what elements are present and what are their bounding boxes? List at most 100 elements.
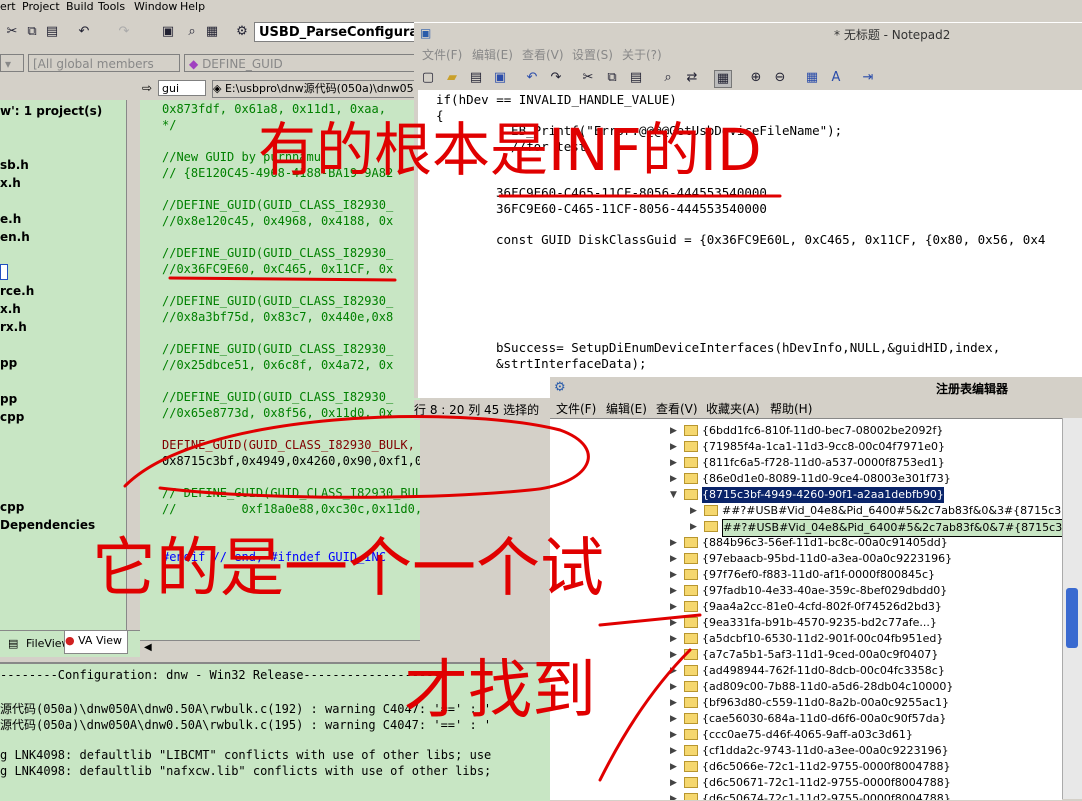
np-menu-about[interactable]: 关于(?) [622, 46, 662, 63]
np-menu-settings[interactable]: 设置(S) [572, 46, 613, 63]
find-in-files-icon[interactable]: ⌕ [184, 24, 200, 40]
expand-icon[interactable]: ▶ [670, 554, 678, 564]
menu-item-project[interactable]: Project [22, 0, 60, 13]
workspace-file[interactable]: rx.h [0, 320, 27, 334]
expand-icon[interactable]: ▶ [670, 538, 678, 548]
settings-icon[interactable]: ⇥ [860, 70, 876, 86]
registry-key-tree[interactable]: ▶ {6bdd1fc6-810f-11d0-bec7-08002be2092f} ▶… [550, 418, 1062, 800]
cut-icon[interactable]: ✂ [580, 70, 596, 86]
define-combo[interactable]: ◆ DEFINE_GUID [184, 54, 420, 72]
expand-icon[interactable]: ▶ [670, 634, 678, 644]
output-toggle-icon[interactable]: ▦ [204, 24, 220, 40]
expand-icon[interactable]: ▶ [670, 714, 678, 724]
np-menu-view[interactable]: 查看(V) [522, 46, 564, 63]
expand-icon[interactable]: ▶ [670, 602, 678, 612]
workspace-dependencies[interactable]: Dependencies [0, 518, 95, 532]
registry-key[interactable]: {811fc6a5-f728-11d0-a537-0000f8753ed1} [702, 455, 945, 471]
find-icon[interactable]: ⌕ [660, 70, 676, 86]
zoom-out-icon[interactable]: ⊖ [772, 70, 788, 86]
nav-back-icon[interactable]: ⇨ [142, 81, 156, 95]
workspace-file[interactable]: sb.h [0, 158, 29, 172]
registry-key[interactable]: {a5dcbf10-6530-11d2-901f-00c04fb951ed} [702, 631, 943, 647]
registry-key[interactable]: {ccc0ae75-d46f-4065-9aff-a03c3d61} [702, 727, 913, 743]
menu-item-window[interactable]: Window [134, 0, 177, 13]
registry-key[interactable]: {ad498944-762f-11d0-8dcb-00c04fc3358c} [702, 663, 945, 679]
copy-icon[interactable]: ⧉ [604, 70, 620, 86]
registry-key[interactable]: {97ebaacb-95bd-11d0-a3ea-00a0c9223196} [702, 551, 952, 567]
expand-icon[interactable]: ▶ [670, 682, 678, 692]
editor-horizontal-scrollbar[interactable]: ◀ [140, 640, 420, 657]
registry-key[interactable]: {97f76ef0-f883-11d0-af1f-0000f800845c} [702, 567, 935, 583]
registry-key[interactable]: {8715c3bf-4949-4260-90f1-a2aa1debfb90} [702, 487, 944, 503]
registry-key[interactable]: {d6c5066e-72c1-11d2-9755-0000f8004788} [702, 759, 951, 775]
word-wrap-icon[interactable]: ▦ [714, 70, 732, 88]
expand-icon[interactable]: ▶ [670, 746, 678, 756]
paste-icon[interactable]: ▤ [44, 24, 60, 40]
expand-icon[interactable]: ▶ [670, 730, 678, 740]
registry-key[interactable]: {884b96c3-56ef-11d1-bc8c-00a0c91405dd} [702, 535, 948, 551]
rg-menu-help[interactable]: 帮助(H) [770, 400, 812, 417]
expand-icon[interactable]: ▶ [690, 506, 698, 516]
class-wizard-icon[interactable]: ⚙ [234, 24, 250, 40]
scheme-icon[interactable]: ▦ [804, 70, 820, 86]
rg-menu-favorites[interactable]: 收藏夹(A) [706, 400, 760, 417]
undo-icon[interactable]: ↶ [76, 24, 92, 40]
zoom-in-icon[interactable]: ⊕ [748, 70, 764, 86]
registry-key[interactable]: {97fadb10-4e33-40ae-359c-8bef029dbdd0} [702, 583, 947, 599]
redo-icon[interactable]: ↷ [116, 24, 132, 40]
workspace-file[interactable]: cpp [0, 410, 24, 424]
registry-key[interactable]: {d6c50671-72c1-11d2-9755-0000f8004788} [702, 775, 951, 791]
undo-icon[interactable]: ↶ [524, 70, 540, 86]
registry-key[interactable]: {86e0d1e0-8089-11d0-9ce4-08003e301f73} [702, 471, 951, 487]
members-combo[interactable]: [All global members [28, 54, 180, 72]
registry-key[interactable]: {9aa4a2cc-81e0-4cfd-802f-0f74526d2bd3} [702, 599, 942, 615]
save-icon[interactable]: ▣ [492, 70, 508, 86]
expand-icon[interactable]: ▶ [670, 570, 678, 580]
workspace-file[interactable]: cpp [0, 500, 24, 514]
expand-icon[interactable]: ▶ [670, 666, 678, 676]
replace-icon[interactable]: ⇄ [684, 70, 700, 86]
scope-combo-arrow[interactable]: ▾ [0, 54, 24, 72]
np-menu-edit[interactable]: 编辑(E) [472, 46, 513, 63]
workspace-root[interactable]: w': 1 project(s) [0, 104, 102, 118]
registry-key[interactable]: {cae56030-684a-11d0-d6f6-00a0c90f57da} [702, 711, 946, 727]
code-editor[interactable]: 0x873fdf, 0x61a8, 0x11d1, 0xaa, */ //New G… [160, 100, 420, 640]
workspace-scrollbar[interactable] [126, 100, 141, 630]
workspace-file[interactable]: e.h [0, 212, 21, 226]
registry-key[interactable]: {71985f4a-1ca1-11d3-9cc8-00c04f7971e0} [702, 439, 945, 455]
copy-icon[interactable]: ⧉ [24, 24, 40, 40]
scroll-left-icon[interactable]: ◀ [144, 642, 152, 653]
registry-key[interactable]: {9ea331fa-b91b-4570-9235-bd2c77afe...} [702, 615, 937, 631]
expand-icon[interactable]: ▶ [670, 586, 678, 596]
browse-icon[interactable]: ▤ [468, 70, 484, 86]
expand-icon[interactable]: ▶ [670, 426, 678, 436]
function-combo[interactable]: gui [158, 80, 206, 96]
expand-icon[interactable]: ▶ [670, 474, 678, 484]
new-file-icon[interactable]: ▢ [420, 70, 436, 86]
expand-icon[interactable]: ▶ [670, 618, 678, 628]
rg-menu-view[interactable]: 查看(V) [656, 400, 698, 417]
workspace-file[interactable]: pp [0, 392, 17, 406]
expand-icon[interactable]: ▶ [690, 522, 698, 532]
workspace-file[interactable]: en.h [0, 230, 30, 244]
workspace-file[interactable]: pp [0, 356, 17, 370]
font-icon[interactable]: A [828, 70, 844, 86]
scrollbar-thumb[interactable] [1066, 588, 1078, 648]
collapse-icon[interactable]: ▼ [670, 490, 678, 500]
workspace-file[interactable]: x.h [0, 176, 21, 190]
registry-key[interactable]: {bf963d80-c559-11d0-8a2b-00a0c9255ac1} [702, 695, 949, 711]
expand-icon[interactable]: ▶ [670, 458, 678, 468]
workspace-file[interactable]: x.h [0, 302, 21, 316]
rg-menu-file[interactable]: 文件(F) [556, 400, 596, 417]
workspace-toggle-icon[interactable]: ▣ [160, 24, 176, 40]
open-folder-icon[interactable]: ▰ [444, 70, 460, 86]
menu-item-tools[interactable]: Tools [98, 0, 125, 13]
registry-key[interactable]: {a7c7a5b1-5af3-11d1-9ced-00a0c9f0407} [702, 647, 938, 663]
paste-icon[interactable]: ▤ [628, 70, 644, 86]
file-path-combo[interactable]: ◈ E:\usbpro\dnw源代码(050a)\dnw050A [212, 80, 422, 98]
redo-icon[interactable]: ↷ [548, 70, 564, 86]
registry-key[interactable]: {cf1dda2c-9743-11d0-a3ee-00a0c9223196} [702, 743, 949, 759]
menu-item-insert[interactable]: ert [0, 0, 16, 13]
expand-icon[interactable]: ▶ [670, 762, 678, 772]
expand-icon[interactable]: ▶ [670, 794, 678, 800]
